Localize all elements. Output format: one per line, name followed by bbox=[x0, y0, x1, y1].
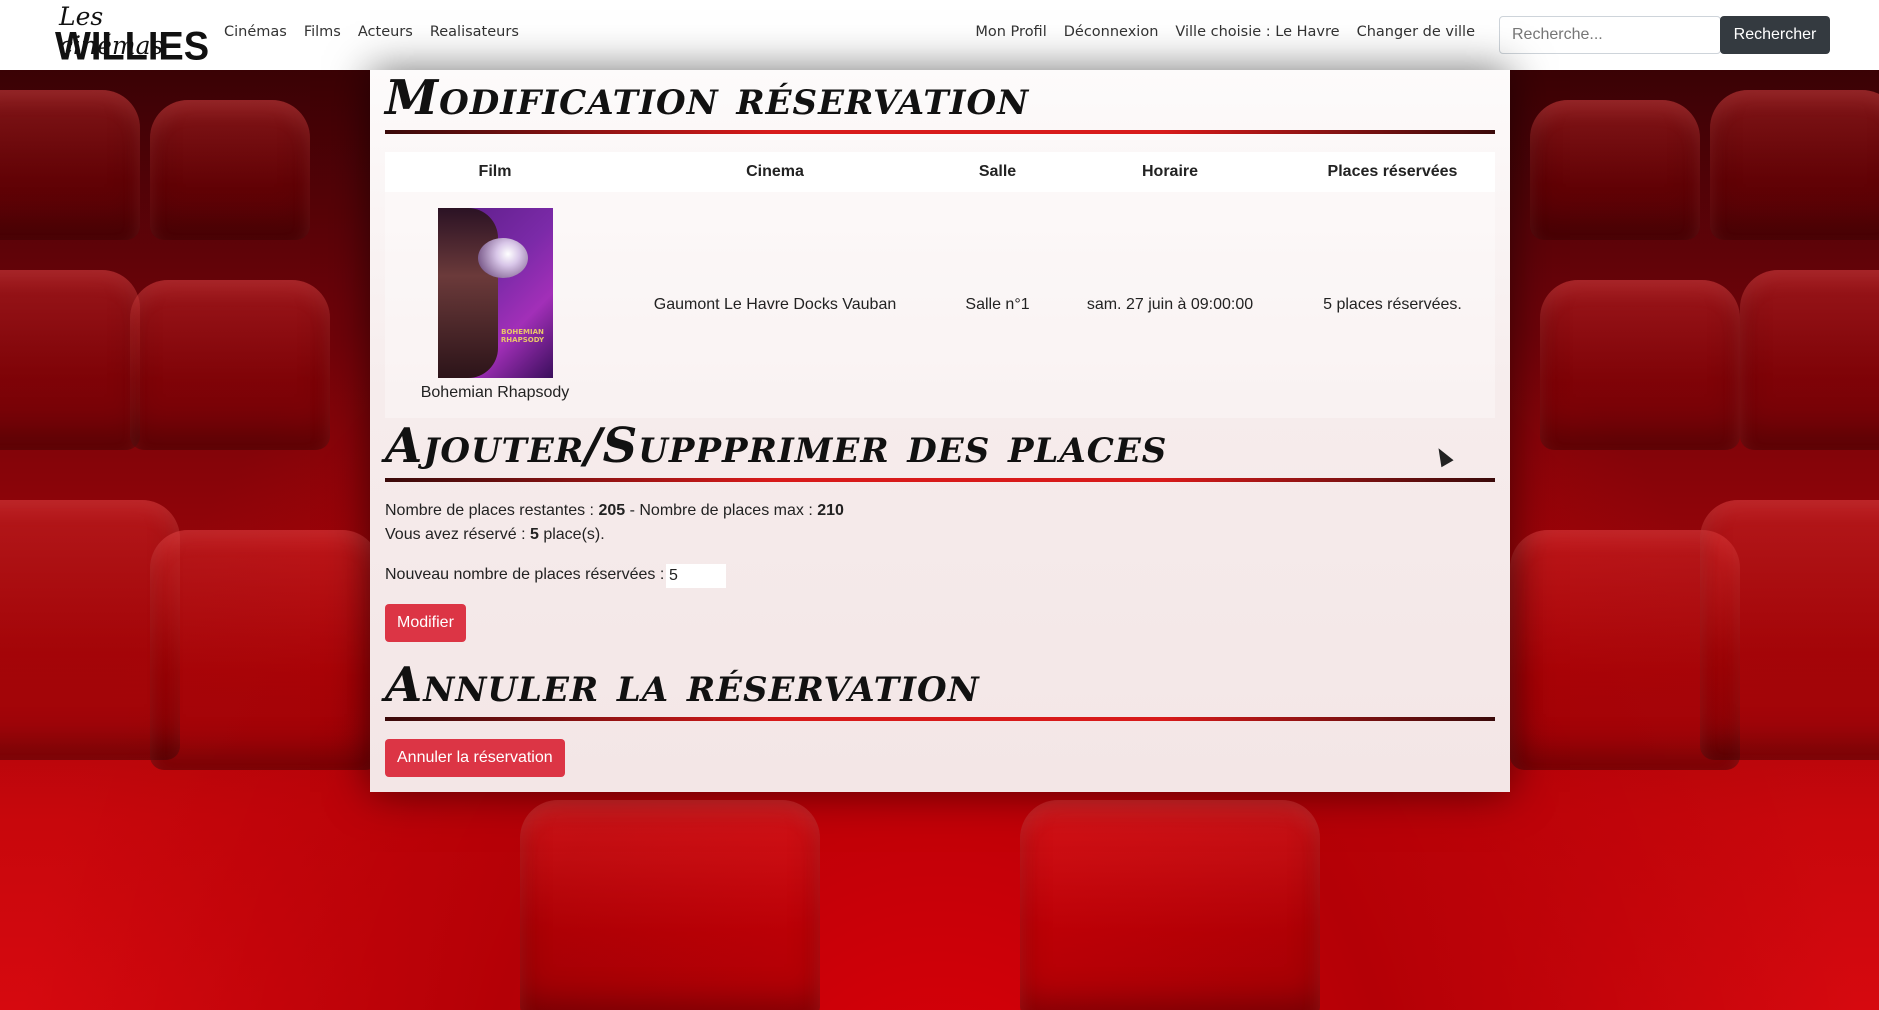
film-title: Bohemian Rhapsody bbox=[420, 384, 570, 401]
table-row: BOHEMIAN RHAPSODY Bohemian Rhapsody Gaum… bbox=[385, 192, 1495, 418]
annuler-reservation-button[interactable]: Annuler la réservation bbox=[385, 739, 565, 777]
cell-horaire: sam. 27 juin à 09:00:00 bbox=[1050, 192, 1290, 418]
nav-link-cinemas[interactable]: Cinémas bbox=[224, 24, 287, 40]
col-film: Film bbox=[385, 152, 605, 192]
reserve-value: 5 bbox=[529, 526, 539, 543]
reserve-label: Vous avez réservé : bbox=[385, 526, 530, 543]
places-info-line: Nombre de places restantes : 205 - Nombr… bbox=[385, 502, 844, 520]
table-header-row: Film Cinema Salle Horaire Places réservé… bbox=[385, 152, 1495, 192]
title-rule bbox=[385, 478, 1495, 482]
brand-logo[interactable]: Les cinémas WILLIES bbox=[55, 2, 209, 69]
navbar: Les cinémas WILLIES Cinémas Films Acteur… bbox=[0, 0, 1879, 70]
cell-places: 5 places réservées. bbox=[1290, 192, 1495, 418]
cell-film: BOHEMIAN RHAPSODY Bohemian Rhapsody bbox=[385, 192, 605, 418]
film-poster[interactable]: BOHEMIAN RHAPSODY bbox=[437, 208, 553, 378]
nouveau-label: Nouveau nombre de places réservées : bbox=[385, 566, 665, 583]
nav-link-acteurs[interactable]: Acteurs bbox=[358, 24, 413, 40]
poster-title: BOHEMIAN RHAPSODY bbox=[500, 328, 545, 344]
search-button[interactable]: Rechercher bbox=[1720, 16, 1830, 54]
reserve-info-line: Vous avez réservé : 5 place(s). bbox=[385, 526, 605, 544]
modifier-button[interactable]: Modifier bbox=[385, 604, 466, 642]
cancel-title: Annuler la réservation bbox=[385, 657, 980, 713]
reservation-table: Film Cinema Salle Horaire Places réservé… bbox=[385, 152, 1495, 418]
restantes-label: Nombre de places restantes : bbox=[385, 502, 599, 519]
nav-right: Mon Profil Déconnexion Ville choisie : L… bbox=[975, 24, 1475, 40]
nouveau-places-input[interactable] bbox=[666, 564, 726, 588]
cell-salle: Salle n°1 bbox=[945, 192, 1050, 418]
places-max-value: 210 bbox=[817, 502, 844, 519]
title-rule bbox=[385, 130, 1495, 134]
search-input[interactable] bbox=[1499, 16, 1721, 54]
col-salle: Salle bbox=[945, 152, 1050, 192]
reserve-suffix: place(s). bbox=[538, 526, 605, 543]
max-label: - Nombre de places max : bbox=[625, 502, 818, 519]
nav-link-ville[interactable]: Ville choisie : Le Havre bbox=[1175, 24, 1339, 40]
nav-left: Cinémas Films Acteurs Realisateurs bbox=[224, 24, 536, 40]
title-rule bbox=[385, 717, 1495, 721]
col-horaire: Horaire bbox=[1050, 152, 1290, 192]
nav-link-deconnexion[interactable]: Déconnexion bbox=[1064, 24, 1159, 40]
nav-link-profil[interactable]: Mon Profil bbox=[975, 24, 1046, 40]
modification-title: Modification réservation bbox=[385, 70, 1030, 126]
places-title: Ajouter/Suppprimer des places bbox=[385, 418, 1168, 474]
places-restantes-value: 205 bbox=[598, 502, 626, 519]
nav-link-realisateurs[interactable]: Realisateurs bbox=[430, 24, 519, 40]
col-places: Places réservées bbox=[1290, 152, 1495, 192]
content-panel: Modification réservation Film Cinema Sal… bbox=[370, 70, 1510, 792]
nav-link-films[interactable]: Films bbox=[304, 24, 341, 40]
nav-link-changer-ville[interactable]: Changer de ville bbox=[1357, 24, 1475, 40]
cell-cinema: Gaumont Le Havre Docks Vauban bbox=[605, 192, 945, 418]
brand-line2: WILLIES bbox=[55, 24, 210, 70]
col-cinema: Cinema bbox=[605, 152, 945, 192]
